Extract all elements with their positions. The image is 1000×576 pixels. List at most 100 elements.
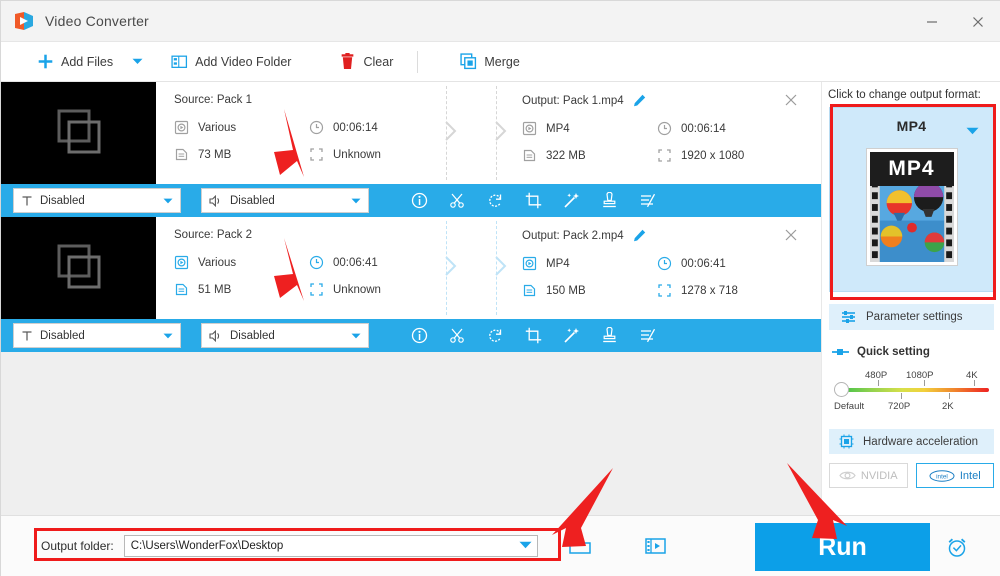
output-duration-text: 00:06:14 (681, 122, 726, 135)
bottom-bar: Output folder: C:\Users\WonderFox\Deskto… (1, 515, 1000, 576)
info-icon[interactable] (411, 192, 428, 209)
output-title-row: Output: Pack 1.mp4 (522, 94, 804, 107)
hardware-acceleration-label: Hardware acceleration (863, 435, 979, 448)
flow-divider (444, 82, 512, 184)
info-icon[interactable] (411, 327, 428, 344)
gpu-nvidia-button[interactable]: NVIDIA (829, 463, 908, 488)
window-title: Video Converter (45, 13, 149, 29)
output-resolution: 1278 x 718 (657, 283, 804, 298)
chevron-right-icon (445, 121, 457, 141)
output-size-text: 150 MB (546, 284, 586, 297)
source-format-text: Various (198, 121, 237, 134)
source-resolution: Unknown (309, 282, 446, 297)
file-card-info: Source: Pack 2 Various 00:06:41 51 MB Un… (156, 217, 821, 319)
file-list[interactable]: Source: Pack 1 Various 00:06:14 73 MB Un… (1, 82, 821, 515)
file-card[interactable]: Source: Pack 1 Various 00:06:14 73 MB Un… (1, 82, 821, 217)
gpu-intel-button[interactable]: intel Intel (915, 463, 994, 488)
run-button[interactable]: Run (755, 523, 930, 571)
file-card[interactable]: Source: Pack 2 Various 00:06:41 51 MB Un… (1, 217, 821, 352)
edit-pencil-icon[interactable] (633, 94, 646, 107)
merge-button[interactable]: Merge (450, 42, 529, 82)
output-folder-value: C:\Users\WonderFox\Desktop (130, 540, 284, 552)
compress-settings-icon[interactable] (639, 327, 656, 344)
hardware-acceleration-button[interactable]: Hardware acceleration (829, 429, 994, 454)
output-folder-input[interactable]: C:\Users\WonderFox\Desktop (123, 535, 538, 557)
source-size: 51 MB (174, 282, 309, 297)
speaker-icon (209, 194, 220, 207)
window-controls (909, 1, 1000, 42)
resolution-icon (310, 283, 323, 296)
row-tool-icons (411, 327, 656, 344)
row-tool-icons (411, 192, 656, 209)
output-format-panel: Click to change output format: MP4 MP4 P… (821, 82, 1000, 515)
output-duration: 00:06:14 (657, 121, 804, 136)
add-video-folder-label: Add Video Folder (195, 54, 292, 69)
merge-icon (460, 53, 477, 70)
close-icon (785, 94, 797, 106)
rotate-icon[interactable] (487, 192, 504, 209)
close-button[interactable] (955, 1, 1000, 42)
chevron-down-icon (132, 58, 143, 64)
clear-button[interactable]: Clear (329, 42, 403, 82)
video-file-icon (174, 255, 189, 270)
crop-icon[interactable] (525, 192, 542, 209)
output-size: 322 MB (522, 148, 657, 163)
parameter-settings-button[interactable]: Parameter settings (829, 304, 994, 330)
output-format-selector[interactable]: MP4 MP4 (829, 107, 994, 292)
clock-icon (657, 256, 672, 271)
output-title: Output: Pack 1.mp4 (522, 94, 624, 107)
audio-select[interactable]: Disabled (201, 188, 369, 213)
file-size-icon (523, 284, 536, 297)
file-size-icon (523, 149, 536, 162)
nvidia-eye-icon (839, 471, 856, 480)
add-files-button[interactable]: Add Files (27, 42, 123, 82)
add-files-dropdown[interactable] (123, 42, 151, 82)
rotate-icon[interactable] (487, 327, 504, 344)
output-folder-label: Output folder: (41, 539, 114, 553)
video-converter-window: Video Converter Add Files Add Video Fold… (0, 0, 1000, 576)
magic-wand-effects-icon[interactable] (563, 327, 580, 344)
open-folder-button[interactable] (560, 537, 600, 555)
slider-knob[interactable] (834, 382, 849, 397)
resolution-icon (658, 284, 671, 297)
crop-icon[interactable] (525, 327, 542, 344)
remove-file-button[interactable] (783, 227, 799, 243)
subtitle-select[interactable]: Disabled (13, 323, 181, 348)
output-title-row: Output: Pack 2.mp4 (522, 229, 804, 242)
chevron-down-icon[interactable] (519, 540, 532, 552)
cut-scissors-icon[interactable] (449, 327, 466, 344)
add-files-label: Add Files (61, 54, 114, 69)
clock-icon (657, 121, 672, 136)
cut-scissors-icon[interactable] (449, 192, 466, 209)
output-resolution: 1920 x 1080 (657, 148, 804, 163)
compress-settings-icon[interactable] (639, 192, 656, 209)
close-icon (785, 229, 797, 241)
parameter-settings-label: Parameter settings (866, 311, 963, 323)
resolution-icon (658, 149, 671, 162)
no-preview-icon (57, 109, 100, 154)
add-video-folder-button[interactable]: Add Video Folder (161, 42, 301, 82)
resolution-icon (310, 148, 323, 161)
audio-select[interactable]: Disabled (201, 323, 369, 348)
subtitle-text-icon (22, 330, 32, 340)
watermark-stamp-icon[interactable] (601, 192, 618, 209)
source-format-text: Various (198, 256, 237, 269)
edit-pencil-icon[interactable] (633, 229, 646, 242)
schedule-button[interactable] (946, 536, 968, 563)
source-size-text: 51 MB (198, 283, 232, 296)
source-format: Various (174, 120, 309, 135)
chevron-down-icon (163, 330, 173, 342)
output-format: MP4 (522, 121, 657, 136)
minimize-button[interactable] (909, 1, 955, 42)
source-panel: Source: Pack 1 Various 00:06:14 73 MB Un… (156, 82, 446, 184)
intel-logo-icon: intel (929, 469, 955, 482)
quality-slider[interactable]: 480P 1080P 4K Default 720P 2K (834, 370, 989, 416)
source-title: Source: Pack 1 (174, 94, 252, 106)
subtitle-select[interactable]: Disabled (13, 188, 181, 213)
watermark-stamp-icon[interactable] (601, 327, 618, 344)
chevron-down-icon[interactable] (966, 122, 979, 140)
folder-icon (568, 540, 591, 554)
media-library-button[interactable] (636, 537, 676, 555)
remove-file-button[interactable] (783, 92, 799, 108)
magic-wand-effects-icon[interactable] (563, 192, 580, 209)
